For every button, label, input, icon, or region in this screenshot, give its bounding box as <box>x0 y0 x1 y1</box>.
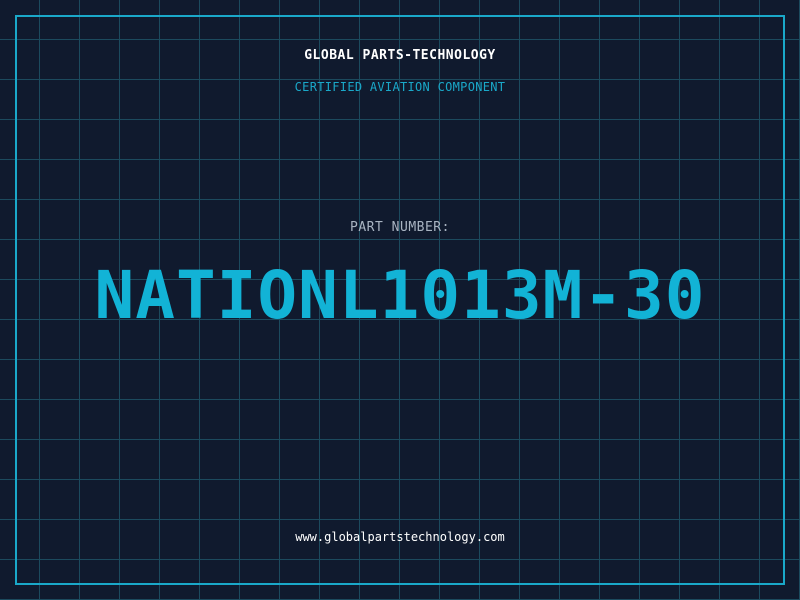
certification-tagline: CERTIFIED AVIATION COMPONENT <box>294 80 506 94</box>
website-url: www.globalpartstechnology.com <box>295 530 505 544</box>
part-number-value: NATIONL1013M-30 <box>94 257 706 334</box>
part-number-label: PART NUMBER: <box>350 220 450 235</box>
company-name: GLOBAL PARTS-TECHNOLOGY <box>304 48 496 63</box>
part-label-card: GLOBAL PARTS-TECHNOLOGY CERTIFIED AVIATI… <box>0 0 800 600</box>
